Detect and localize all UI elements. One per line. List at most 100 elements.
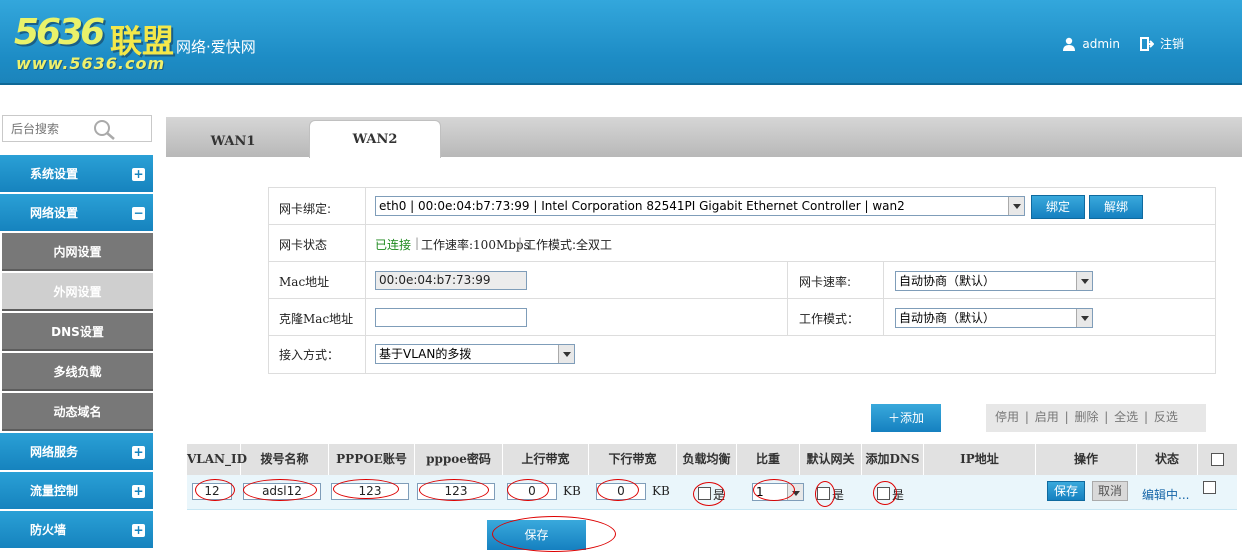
nic-speed-label: 网卡速率:: [799, 275, 852, 289]
menu-system-settings[interactable]: 系统设置 +: [0, 155, 153, 193]
col-operation: 操作: [1036, 444, 1137, 475]
top-header: 5636 联盟 网络·爱快网 www.5636.com admin 注销: [0, 0, 1242, 85]
annotation-circle: [815, 481, 835, 507]
bind-button[interactable]: 绑定: [1031, 195, 1085, 219]
action-separator: |: [1024, 410, 1029, 424]
menu-label: 防火墙: [30, 523, 67, 537]
mac-field: 00:0e:04:b7:73:99: [375, 271, 527, 290]
row-cancel-button[interactable]: 取消: [1092, 481, 1128, 501]
status-mode: 工作模式:全双工: [524, 238, 613, 252]
add-button[interactable]: ＋添加: [871, 404, 941, 432]
tab-wan2[interactable]: WAN2: [309, 120, 441, 158]
row-nic-status: 网卡状态 已连接 | 工作速率:100Mbps | 工作模式:全双工: [269, 225, 1215, 262]
col-download: 下行带宽: [589, 444, 677, 475]
annotation-circle: [492, 516, 616, 552]
action-separator: |: [1064, 410, 1069, 424]
vlan-table: VLAN_ID 拨号名称 PPPOE账号 pppoe密码 上行带宽 下行带宽 负…: [187, 444, 1237, 510]
expand-icon[interactable]: +: [132, 524, 145, 537]
submenu-ddns[interactable]: 动态域名: [2, 393, 153, 431]
submenu-multiline-load[interactable]: 多线负载: [2, 353, 153, 391]
wan-config-form: 网卡绑定: eth0 | 00:0e:04:b7:73:99 | Intel C…: [268, 187, 1216, 374]
expand-icon[interactable]: +: [132, 446, 145, 459]
user-area: admin 注销: [1062, 35, 1184, 52]
menu-traffic-control[interactable]: 流量控制 +: [0, 472, 153, 510]
status-badge: 编辑中...: [1142, 488, 1190, 502]
nic-status-label: 网卡状态: [279, 238, 328, 252]
sidebar: 系统设置 + 网络设置 − 内网设置 外网设置 DNS设置 多线负载 动态域名 …: [0, 112, 156, 557]
status-speed: 工作速率:100Mbps: [421, 238, 530, 252]
enable-link[interactable]: 启用: [1035, 410, 1059, 424]
expand-icon[interactable]: +: [132, 168, 145, 181]
menu-firewall[interactable]: 防火墙 +: [0, 511, 153, 549]
access-mode-select[interactable]: 基于VLAN的多拨: [375, 344, 575, 364]
invert-selection-link[interactable]: 反选: [1154, 410, 1178, 424]
annotation-circle: [243, 479, 317, 501]
col-weight: 比重: [737, 444, 800, 475]
select-all-checkbox[interactable]: [1211, 453, 1224, 466]
menu-label: 流量控制: [30, 484, 79, 498]
annotation-circle: [873, 481, 897, 505]
nic-bind-value: eth0 | 00:0e:04:b7:73:99 | Intel Corpora…: [379, 199, 905, 213]
col-load-balance: 负载均衡: [677, 444, 737, 475]
submenu-lan-settings[interactable]: 内网设置: [2, 233, 153, 271]
expand-icon[interactable]: +: [132, 485, 145, 498]
batch-actions: 停用 | 启用 | 删除 | 全选 | 反选: [986, 404, 1206, 432]
menu-network-settings[interactable]: 网络设置 −: [0, 194, 153, 232]
row-save-button[interactable]: 保存: [1047, 481, 1085, 501]
collapse-icon[interactable]: −: [132, 207, 145, 220]
dropdown-arrow-icon: [1076, 272, 1092, 290]
select-all-link[interactable]: 全选: [1114, 410, 1138, 424]
row-mac: Mac地址 00:0e:04:b7:73:99 网卡速率: 自动协商（默认）: [269, 262, 1215, 299]
nic-bind-label: 网卡绑定:: [279, 202, 332, 216]
dropdown-arrow-icon: [1076, 309, 1092, 327]
logo-number: 5636: [14, 12, 105, 53]
tab-wan1[interactable]: WAN1: [178, 127, 288, 157]
dropdown-arrow-icon: [558, 345, 574, 363]
column-divider: [883, 299, 884, 335]
clone-mac-input[interactable]: [375, 308, 527, 327]
logout-link[interactable]: 注销: [1160, 35, 1184, 52]
nic-bind-select[interactable]: eth0 | 00:0e:04:b7:73:99 | Intel Corpora…: [375, 196, 1025, 216]
row-access-mode: 接入方式： 基于VLAN的多拨: [269, 336, 1215, 373]
annotation-circle: [419, 479, 489, 501]
upload-unit: KB: [563, 484, 581, 498]
mac-label: Mac地址: [279, 275, 330, 289]
column-divider: [787, 299, 788, 335]
disable-link[interactable]: 停用: [995, 410, 1019, 424]
status-connected: 已连接: [375, 238, 412, 252]
col-default-gateway: 默认网关: [800, 444, 862, 475]
logo-tagline: 网络·爱快网: [176, 38, 256, 56]
table-row: 12 adsl12 123 123 0 KB 0 KB 是 1 是 是 保存 取…: [187, 475, 1237, 510]
work-mode-value: 自动协商（默认）: [899, 311, 996, 325]
unbind-button[interactable]: 解绑: [1089, 195, 1143, 219]
annotation-circle: [753, 479, 795, 501]
work-mode-select[interactable]: 自动协商（默认）: [895, 308, 1093, 328]
status-separator: |: [415, 236, 420, 250]
clone-mac-label: 克隆Mac地址: [279, 312, 354, 326]
annotation-circle: [693, 482, 725, 506]
menu-network-services[interactable]: 网络服务 +: [0, 433, 153, 471]
col-add-dns: 添加DNS: [862, 444, 924, 475]
submenu-wan-settings[interactable]: 外网设置: [2, 273, 153, 311]
user-icon: [1063, 37, 1076, 51]
col-dial-name: 拨号名称: [241, 444, 329, 475]
logo-url: www.5636.com: [16, 54, 166, 73]
column-divider: [883, 262, 884, 298]
username[interactable]: admin: [1082, 37, 1120, 51]
col-pppoe-password: pppoe密码: [415, 444, 503, 475]
annotation-circle: [333, 479, 399, 499]
row-clone-mac: 克隆Mac地址 工作模式： 自动协商（默认）: [269, 299, 1215, 336]
action-separator: |: [1144, 410, 1149, 424]
search-box[interactable]: [2, 115, 152, 142]
row-nic-bind: 网卡绑定: eth0 | 00:0e:04:b7:73:99 | Intel C…: [269, 188, 1215, 225]
row-checkbox[interactable]: [1203, 481, 1216, 494]
logout-icon[interactable]: [1139, 36, 1154, 51]
annotation-circle: [195, 479, 235, 501]
dropdown-arrow-icon: [1008, 197, 1024, 215]
submenu-dns-settings[interactable]: DNS设置: [2, 313, 153, 351]
menu-label: 网络设置: [30, 206, 79, 220]
nic-speed-select[interactable]: 自动协商（默认）: [895, 271, 1093, 291]
delete-link[interactable]: 删除: [1074, 410, 1098, 424]
search-icon[interactable]: [92, 119, 118, 141]
column-divider: [787, 262, 788, 298]
